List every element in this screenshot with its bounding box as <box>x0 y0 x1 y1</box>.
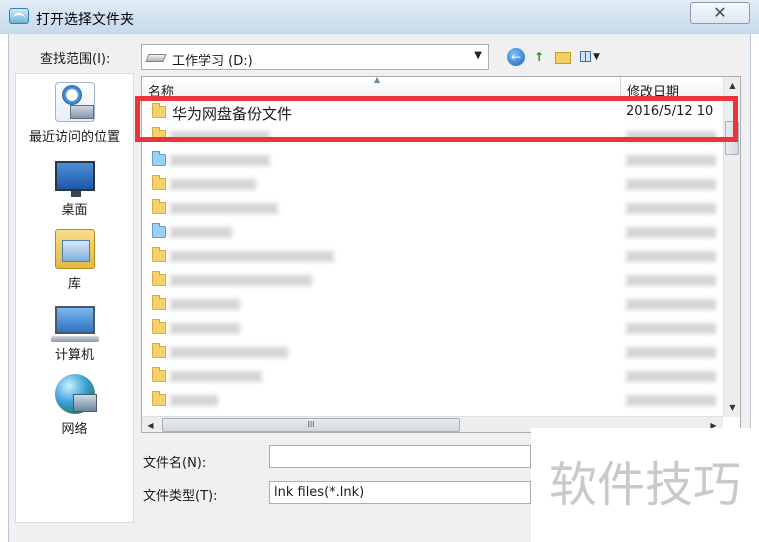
lookin-label: 查找范围(I): <box>40 52 111 67</box>
file-name: 华为网盘备份文件 <box>172 105 293 123</box>
folder-icon <box>152 295 166 310</box>
folder-icon <box>152 103 166 118</box>
app-icon <box>9 8 29 24</box>
place-computer[interactable]: 计算机 <box>16 302 133 363</box>
title-bar: 打开选择文件夹 ✕ <box>0 0 759 34</box>
window-title: 打开选择文件夹 <box>36 12 134 28</box>
close-button[interactable]: ✕ <box>690 2 750 24</box>
recent-places-icon <box>54 82 95 122</box>
column-header-date[interactable]: 修改日期 <box>627 81 679 100</box>
list-item[interactable] <box>142 172 722 196</box>
horizontal-scroll-thumb[interactable]: III <box>162 418 460 432</box>
scroll-down-icon[interactable]: ▼ <box>724 399 740 416</box>
folder-icon <box>152 223 166 238</box>
desktop-icon <box>54 161 95 197</box>
filetype-label: 文件类型(T): <box>143 489 218 504</box>
back-arrow-icon[interactable]: ← <box>507 48 525 66</box>
column-header-name[interactable]: 名称 <box>148 81 174 100</box>
place-libraries[interactable]: 库 <box>16 229 133 292</box>
list-item-highlighted[interactable]: 华为网盘备份文件 2016/5/12 10 <box>142 100 722 124</box>
lookin-value: 工作学习 (D:) <box>172 54 253 69</box>
place-label: 计算机 <box>54 348 94 363</box>
list-item[interactable] <box>142 196 722 220</box>
list-item[interactable] <box>142 316 722 340</box>
list-item[interactable] <box>142 220 722 244</box>
list-item[interactable] <box>142 340 722 364</box>
sort-arrow-icon: ▲ <box>374 76 381 84</box>
place-label: 桌面 <box>61 203 88 218</box>
list-item[interactable] <box>142 268 722 292</box>
folder-icon <box>152 271 166 286</box>
scroll-up-icon[interactable]: ▲ <box>724 77 740 94</box>
blurred-rows <box>142 124 722 432</box>
network-icon <box>54 374 97 414</box>
places-bar: 最近访问的位置 桌面 库 计算机 网络 <box>15 73 134 523</box>
list-item[interactable] <box>142 124 722 148</box>
view-menu-icon[interactable]: ▼ <box>578 48 604 66</box>
folder-icon <box>152 319 166 334</box>
filetype-select[interactable]: lnk files(*.lnk) <box>269 481 531 504</box>
folder-icon <box>152 247 166 262</box>
libraries-icon <box>54 229 95 269</box>
computer-icon <box>50 306 99 342</box>
place-label: 最近访问的位置 <box>28 130 120 145</box>
scroll-left-icon[interactable]: ◀ <box>142 417 159 432</box>
place-network[interactable]: 网络 <box>16 374 133 437</box>
place-recent[interactable]: 最近访问的位置 <box>16 82 133 145</box>
up-folder-icon[interactable]: ↑ <box>530 48 548 66</box>
filename-input[interactable] <box>269 445 531 468</box>
place-label: 网络 <box>61 422 88 437</box>
watermark: 软件技巧 <box>531 428 759 542</box>
drive-icon <box>145 54 167 62</box>
filename-label: 文件名(N): <box>143 456 207 471</box>
folder-icon <box>152 367 166 382</box>
list-item[interactable] <box>142 364 722 388</box>
vertical-scroll-thumb[interactable] <box>725 121 739 155</box>
place-desktop[interactable]: 桌面 <box>16 157 133 218</box>
column-divider[interactable] <box>620 77 621 99</box>
list-item[interactable] <box>142 292 722 316</box>
folder-icon <box>152 175 166 190</box>
lookin-dropdown[interactable]: 工作学习 (D:) ▼ <box>141 44 489 70</box>
list-item[interactable] <box>142 388 722 412</box>
list-item[interactable] <box>142 244 722 268</box>
file-date: 2016/5/12 10 <box>626 104 714 119</box>
folder-icon <box>152 151 166 166</box>
new-folder-icon[interactable] <box>553 48 571 66</box>
list-item[interactable] <box>142 148 722 172</box>
folder-icon <box>152 199 166 214</box>
folder-icon <box>152 343 166 358</box>
file-list: ▲ 名称 修改日期 华为网盘备份文件 2016/5/12 10 ▲ ▼ ◀ II… <box>141 76 741 433</box>
place-label: 库 <box>67 277 81 292</box>
folder-icon <box>152 127 166 142</box>
folder-icon <box>152 391 166 406</box>
vertical-scrollbar[interactable]: ▲ ▼ <box>723 77 740 417</box>
chevron-down-icon: ▼ <box>474 50 482 61</box>
list-header: ▲ 名称 修改日期 <box>142 77 740 100</box>
